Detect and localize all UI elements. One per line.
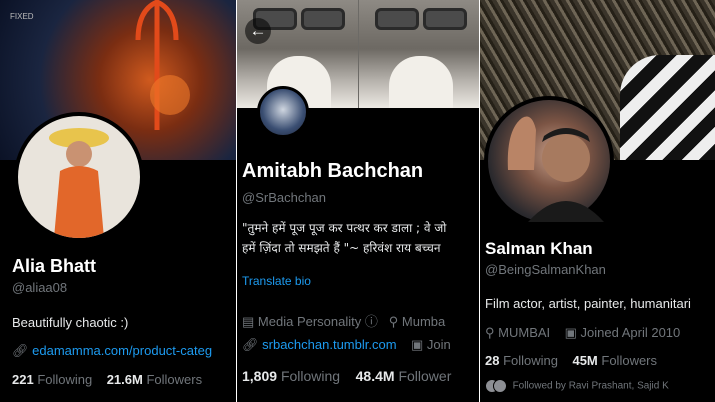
- following-label: Following: [37, 372, 93, 387]
- followers-count: 48.4M: [355, 368, 395, 384]
- followed-by-text: Followed by Ravi Prashant, Sajid K: [512, 380, 669, 392]
- info-icon[interactable]: ⓘ: [365, 311, 378, 330]
- followers-stat[interactable]: 21.6M Followers: [107, 372, 202, 387]
- profile-handle: @SrBachchan: [242, 190, 327, 205]
- bio-line: हमें ज़िंदा तो समझते हैं "~ हरिवंश राय ब…: [242, 241, 441, 255]
- avatar-image: [49, 128, 109, 238]
- profile-panel-alia: FIXED Alia Bhatt @aliaa08 Beautifully ch…: [0, 0, 237, 402]
- followers-label: Follower: [398, 368, 452, 384]
- profile-handle: @BeingSalmanKhan: [485, 262, 606, 277]
- follow-stats: 28 Following 45M Followers: [485, 353, 657, 368]
- calendar-icon: ▣: [564, 325, 577, 340]
- followers-stat[interactable]: 45M Followers: [572, 353, 657, 368]
- glasses-shape: [423, 8, 467, 30]
- back-arrow-icon[interactable]: ←: [245, 18, 271, 44]
- link-icon: 🔗︎: [242, 337, 259, 352]
- trident-graphic: [135, 0, 190, 130]
- profile-category: Media Personality: [257, 314, 362, 329]
- translate-bio-link[interactable]: Translate bio: [242, 274, 311, 288]
- following-stat[interactable]: 1,809 Following: [242, 368, 340, 384]
- profile-handle: @aliaa08: [12, 280, 68, 295]
- following-label: Following: [503, 353, 559, 368]
- profile-bio: "तुमने हमें पूज पूज कर पत्थर कर डाला ; व…: [242, 218, 480, 258]
- following-stat[interactable]: 28 Following: [485, 353, 558, 368]
- profile-panel-salman: Salman Khan @BeingSalmanKhan Film actor,…: [480, 0, 715, 402]
- followers-count: 21.6M: [106, 372, 143, 387]
- beard-shape: [389, 56, 453, 108]
- glasses-shape: [301, 8, 345, 30]
- profile-joined: Join: [426, 337, 451, 352]
- profile-name: Salman Khan: [485, 239, 593, 258]
- avatar[interactable]: [14, 112, 144, 242]
- location-icon: ⚲: [388, 314, 399, 329]
- calendar-icon: ▣: [411, 337, 424, 352]
- profile-name: Amitabh Bachchan: [242, 160, 424, 182]
- following-label: Following: [280, 368, 341, 384]
- location-icon: ⚲: [485, 325, 495, 340]
- avatar[interactable]: [257, 86, 309, 138]
- banner-face-right: [359, 0, 480, 108]
- profile-meta-row: ⚲ MUMBAI ▣ Joined April 2010: [485, 325, 680, 341]
- follow-stats: 221 Following 21.6M Followers: [12, 372, 202, 387]
- profile-panel-amitabh: ← Amitabh Bachchan @SrBachchan "तुमने हम…: [237, 0, 480, 402]
- following-count: 221: [12, 372, 34, 387]
- profile-link[interactable]: edamamma.com/product-categ: [32, 343, 212, 358]
- followers-label: Followers: [146, 372, 203, 387]
- profile-bio: Beautifully chaotic :): [12, 315, 129, 330]
- following-count: 28: [485, 353, 500, 368]
- followers-count: 45M: [572, 353, 598, 368]
- following-stat[interactable]: 221 Following: [12, 372, 92, 387]
- following-count: 1,809: [242, 368, 278, 384]
- profile-link-row: 🔗︎ edamamma.com/product-categ: [12, 343, 212, 359]
- profile-meta-row: ▤ Media Personality ⓘ ⚲ Mumba: [242, 311, 445, 330]
- profile-bio: Film actor, artist, painter, humanitari: [485, 296, 691, 311]
- bio-line: "तुमने हमें पूज पूज कर पत्थर कर डाला ; व…: [242, 221, 447, 235]
- profile-location: MUMBAI: [498, 325, 551, 340]
- banner-jacket-graphic: [620, 55, 715, 160]
- followers-label: Followers: [601, 353, 658, 368]
- follower-avatar: [493, 379, 507, 393]
- briefcase-icon: ▤: [242, 314, 255, 329]
- follow-stats: 1,809 Following 48.4M Follower: [242, 368, 451, 384]
- avatar[interactable]: [484, 96, 614, 226]
- followers-stat[interactable]: 48.4M Follower: [356, 368, 452, 384]
- banner-tag: FIXED: [10, 12, 34, 21]
- profile-name: Alia Bhatt: [12, 256, 97, 276]
- link-icon: 🔗︎: [12, 343, 29, 358]
- profile-location: Mumba: [401, 314, 446, 329]
- avatar-image: [507, 116, 604, 222]
- glasses-shape: [375, 8, 419, 30]
- profile-link-row: 🔗︎ srbachchan.tumblr.com ▣ Join: [242, 337, 451, 353]
- profile-joined: Joined April 2010: [580, 325, 681, 340]
- followed-by-row[interactable]: Followed by Ravi Prashant, Sajid K: [485, 379, 669, 393]
- profile-link[interactable]: srbachchan.tumblr.com: [262, 337, 396, 352]
